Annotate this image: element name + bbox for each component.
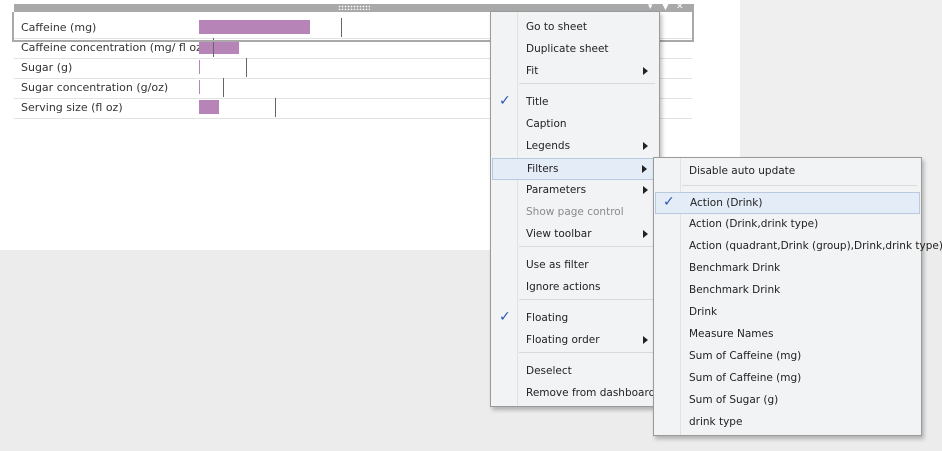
bar[interactable] bbox=[199, 60, 200, 74]
filter-item-action-quadrant-drink-group-drink-drink-type[interactable]: Action (quadrant,Drink (group),Drink,dri… bbox=[655, 236, 942, 258]
menu-item-label: Ignore actions bbox=[526, 281, 601, 293]
menu-item-label: Drink bbox=[689, 306, 718, 318]
row-label: Caffeine concentration (mg/ fl oz) bbox=[21, 41, 207, 54]
menu-item-label: Measure Names bbox=[689, 328, 774, 340]
menu-item-legends[interactable]: Legends bbox=[492, 136, 658, 158]
menu-item-label: Remove from dashboard bbox=[526, 387, 656, 399]
menu-item-floating-order[interactable]: Floating order bbox=[492, 330, 658, 352]
menu-item-show-page-control: Show page control bbox=[492, 202, 658, 224]
menu-item-label: Disable auto update bbox=[689, 165, 796, 177]
menu-item-label: Parameters bbox=[526, 184, 587, 196]
bar[interactable] bbox=[199, 40, 239, 54]
menu-separator bbox=[519, 83, 655, 84]
checkmark-icon: ✓ bbox=[499, 309, 511, 325]
menu-item-label: Go to sheet bbox=[526, 21, 587, 33]
menu-item-title[interactable]: ✓ Title bbox=[492, 92, 658, 114]
filters-submenu: Disable auto update ✓ Action (Drink) Action… bbox=[653, 157, 942, 436]
menu-item-filters[interactable]: Filters bbox=[492, 158, 658, 180]
menu-item-label: Sum of Caffeine (mg) bbox=[689, 372, 802, 384]
row-label: Sugar (g) bbox=[21, 61, 73, 74]
submenu-arrow-icon bbox=[643, 67, 648, 75]
bar[interactable] bbox=[199, 100, 219, 114]
reference-line bbox=[246, 58, 247, 77]
menu-item-parameters[interactable]: Parameters bbox=[492, 180, 658, 202]
context-menu: Go to sheet Duplicate sheet Fit ✓ Title Capti… bbox=[490, 11, 660, 407]
submenu-arrow-icon bbox=[643, 230, 648, 238]
menu-item-label: Show page control bbox=[526, 206, 624, 218]
menu-item-label: Filters bbox=[527, 163, 559, 175]
menu-item-label: drink type bbox=[689, 416, 743, 428]
menu-separator bbox=[519, 246, 655, 247]
filter-item-sum-of-caffeine-mg[interactable]: Sum of Caffeine (mg) bbox=[655, 346, 920, 368]
menu-item-label: Sum of Sugar (g) bbox=[689, 394, 779, 406]
submenu-arrow-icon bbox=[642, 165, 647, 173]
filter-item-drink-type[interactable]: drink type bbox=[655, 412, 920, 434]
menu-separator bbox=[682, 185, 917, 186]
menu-item-label: Caption bbox=[526, 118, 567, 130]
checkmark-icon: ✓ bbox=[663, 194, 675, 210]
row-label: Sugar concentration (g/oz) bbox=[21, 81, 169, 94]
menu-item-caption[interactable]: Caption bbox=[492, 114, 658, 136]
menu-item-label: Fit bbox=[526, 65, 539, 77]
menu-item-label: Sum of Caffeine (mg) bbox=[689, 350, 802, 362]
bar[interactable] bbox=[199, 80, 200, 94]
filter-item-action-drink-drink-type[interactable]: Action (Drink,drink type) bbox=[655, 214, 920, 236]
reference-line bbox=[223, 78, 224, 97]
close-icon[interactable]: ✕ bbox=[676, 2, 684, 12]
menu-item-label: View toolbar bbox=[526, 228, 592, 240]
menu-item-go-to-sheet[interactable]: Go to sheet bbox=[492, 17, 658, 39]
submenu-arrow-icon bbox=[643, 186, 648, 194]
row-label: Serving size (fl oz) bbox=[21, 101, 123, 114]
menu-item-use-as-filter[interactable]: Use as filter bbox=[492, 255, 658, 277]
menu-item-label: Benchmark Drink bbox=[689, 262, 781, 274]
menu-item-fit[interactable]: Fit bbox=[492, 61, 658, 83]
menu-item-label: Legends bbox=[526, 140, 571, 152]
menu-item-label: Deselect bbox=[526, 365, 572, 377]
filter-item-sum-of-caffeine-mg[interactable]: Sum of Caffeine (mg) bbox=[655, 368, 920, 390]
filter-item-sum-of-sugar-g[interactable]: Sum of Sugar (g) bbox=[655, 390, 920, 412]
menu-item-remove-from-dashboard[interactable]: Remove from dashboard bbox=[492, 383, 658, 405]
menu-item-label: Title bbox=[526, 96, 549, 108]
filter-item-benchmark-drink[interactable]: Benchmark Drink bbox=[655, 280, 920, 302]
filter-icon[interactable]: ▼ bbox=[662, 2, 669, 12]
menu-item-label: Action (quadrant,Drink (group),Drink,dri… bbox=[689, 240, 942, 252]
filter-item-disable-auto-update[interactable]: Disable auto update bbox=[655, 161, 920, 183]
menu-item-duplicate-sheet[interactable]: Duplicate sheet bbox=[492, 39, 658, 61]
filter-item-measure-names[interactable]: Measure Names bbox=[655, 324, 920, 346]
menu-item-label: Floating bbox=[526, 312, 569, 324]
checkmark-icon: ✓ bbox=[499, 93, 511, 109]
menu-item-floating[interactable]: ✓ Floating bbox=[492, 308, 658, 330]
menu-separator bbox=[519, 299, 655, 300]
reference-line bbox=[275, 98, 276, 117]
menu-item-deselect[interactable]: Deselect bbox=[492, 361, 658, 383]
menu-separator bbox=[519, 352, 655, 353]
drag-handle-icon[interactable] bbox=[338, 5, 370, 10]
filter-item-action-drink[interactable]: ✓ Action (Drink) bbox=[655, 192, 920, 214]
filter-item-drink[interactable]: Drink bbox=[655, 302, 920, 324]
menu-item-label: Action (Drink,drink type) bbox=[689, 218, 819, 230]
filter-item-benchmark-drink[interactable]: Benchmark Drink bbox=[655, 258, 920, 280]
menu-item-view-toolbar[interactable]: View toolbar bbox=[492, 224, 658, 246]
submenu-arrow-icon bbox=[643, 336, 648, 344]
menu-item-label: Benchmark Drink bbox=[689, 284, 781, 296]
menu-item-label: Action (Drink) bbox=[690, 197, 763, 209]
menu-item-label: Use as filter bbox=[526, 259, 589, 271]
submenu-arrow-icon bbox=[643, 142, 648, 150]
menu-item-ignore-actions[interactable]: Ignore actions bbox=[492, 277, 658, 299]
menu-item-label: Duplicate sheet bbox=[526, 43, 609, 55]
menu-item-label: Floating order bbox=[526, 334, 600, 346]
